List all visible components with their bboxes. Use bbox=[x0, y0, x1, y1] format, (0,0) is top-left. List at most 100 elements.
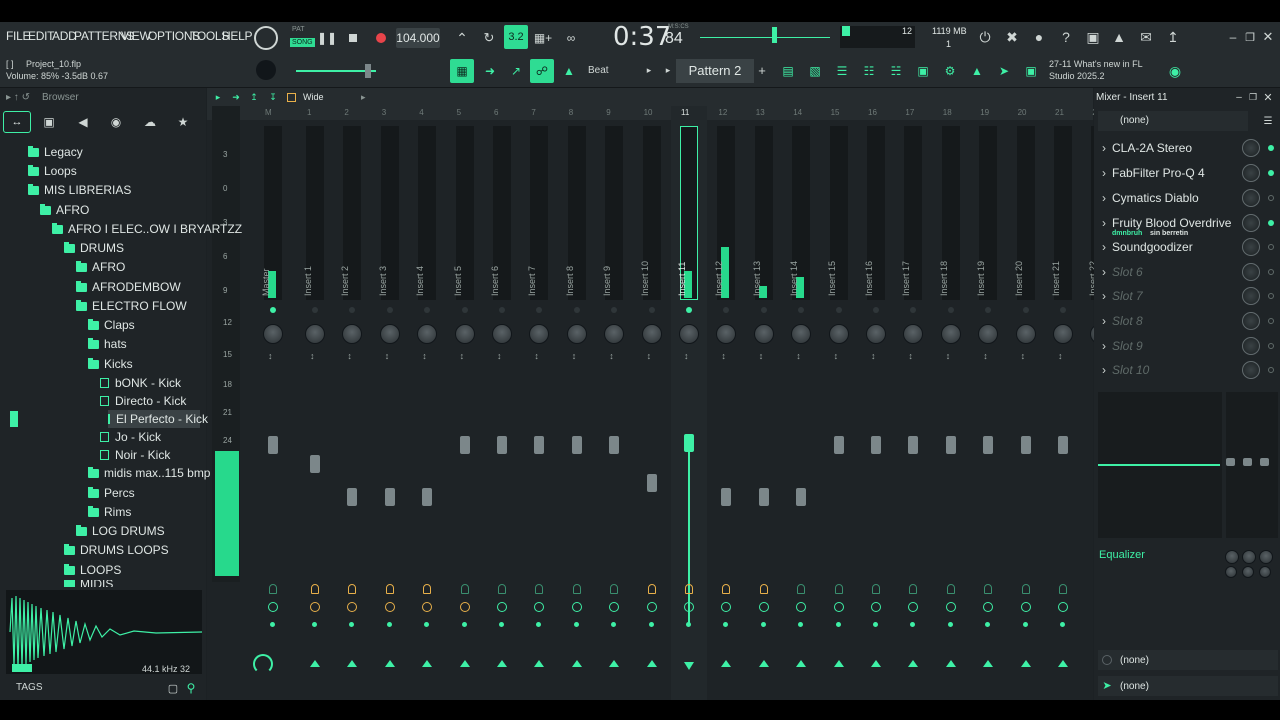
stereo-separation-icon[interactable]: ↕ bbox=[310, 352, 315, 361]
waveform-preview[interactable] bbox=[6, 590, 203, 674]
volume-fader[interactable] bbox=[796, 488, 807, 506]
strip-select-dot[interactable] bbox=[1022, 307, 1029, 313]
stereo-separation-icon[interactable]: ↕ bbox=[721, 352, 726, 361]
pan-knob[interactable] bbox=[940, 324, 961, 344]
effect-slot[interactable]: › Fruity Blood Overdrive dmnbruh sin berret… bbox=[1098, 211, 1276, 237]
stereo-separation-icon[interactable]: ↕ bbox=[983, 352, 988, 361]
mixer-view-arrow-icon[interactable]: ▸ bbox=[361, 92, 366, 103]
stereo-separation-icon[interactable]: ↕ bbox=[834, 352, 839, 361]
export-icon[interactable]: ▲ bbox=[1110, 28, 1128, 46]
browser-item[interactable]: DRUMS LOOPS bbox=[64, 541, 169, 559]
slot-enable-dot[interactable] bbox=[1268, 195, 1274, 201]
browser-item[interactable]: Jo - Kick bbox=[100, 428, 161, 446]
mixer-strip[interactable]: 4 Insert 4 ↕ bbox=[409, 106, 445, 700]
link-icon[interactable]: ☍ bbox=[530, 59, 554, 83]
folder-icon[interactable]: ▢ bbox=[166, 681, 180, 695]
browser-item[interactable]: Noir - Kick bbox=[100, 446, 170, 464]
effect-slot[interactable]: › Slot 10 bbox=[1098, 358, 1276, 382]
power-icon[interactable]: ⏻ bbox=[976, 28, 994, 46]
browser-nav-icons[interactable]: ▸ ↑ ↺ bbox=[6, 92, 30, 103]
playlist-window-icon[interactable]: ▤ bbox=[777, 59, 799, 83]
playlist-icon[interactable]: ▦ bbox=[450, 59, 474, 83]
slot-mix-knob[interactable] bbox=[1242, 312, 1260, 330]
browser-item[interactable]: midis max..115 bmp bbox=[88, 464, 210, 482]
mute-dot[interactable] bbox=[461, 622, 467, 627]
effect-slot[interactable]: › Slot 7 bbox=[1098, 284, 1276, 308]
browser-item[interactable]: Rims bbox=[88, 503, 131, 521]
send-arrow-icon[interactable] bbox=[684, 662, 694, 670]
volume-fader[interactable] bbox=[310, 455, 320, 473]
mute-dot[interactable] bbox=[686, 622, 691, 627]
pan-knob[interactable] bbox=[529, 324, 550, 344]
effect-slot[interactable]: › FabFilter Pro-Q 4 bbox=[1098, 161, 1276, 185]
output-value[interactable]: (none) bbox=[1120, 681, 1149, 692]
mute-dot[interactable] bbox=[611, 622, 617, 627]
cloud-icon[interactable]: ☁ bbox=[141, 114, 159, 130]
stereo-separation-icon[interactable]: ↕ bbox=[908, 352, 913, 361]
chat-icon[interactable]: ✉ bbox=[1137, 28, 1155, 46]
master-volume-slider[interactable] bbox=[296, 70, 376, 72]
volume-fader[interactable] bbox=[1058, 436, 1068, 454]
volume-fader[interactable] bbox=[347, 488, 358, 506]
browser-item[interactable]: hats bbox=[88, 335, 127, 353]
send-arrow-icon[interactable] bbox=[758, 660, 769, 667]
browser-item[interactable]: AFRO I ELEC..OW I BRYARTZZ bbox=[52, 220, 242, 238]
microphone-icon[interactable]: ● bbox=[1030, 28, 1048, 46]
effect-slot[interactable]: › Slot 6 bbox=[1098, 260, 1276, 284]
fx-indicator[interactable] bbox=[909, 584, 918, 594]
mute-dot[interactable] bbox=[798, 622, 804, 627]
mixer-strip[interactable]: 2 Insert 2 ↕ bbox=[334, 106, 370, 700]
mute-dot[interactable] bbox=[536, 622, 542, 627]
send-arrow-icon[interactable] bbox=[796, 660, 807, 667]
pan-knob[interactable] bbox=[305, 324, 325, 344]
phase-ring[interactable] bbox=[833, 602, 844, 612]
slot-mix-knob[interactable] bbox=[1242, 361, 1260, 379]
strip-select-dot[interactable] bbox=[686, 307, 692, 313]
strip-select-dot[interactable] bbox=[947, 307, 954, 313]
pattern-mode-arrow-icon[interactable]: ▸ bbox=[644, 62, 654, 78]
stop-icon[interactable] bbox=[344, 29, 362, 47]
star-icon[interactable]: ★ bbox=[174, 114, 192, 130]
volume-fader[interactable] bbox=[833, 436, 844, 454]
preset-value[interactable]: (none) bbox=[1120, 115, 1149, 126]
browser-item[interactable]: Loops bbox=[28, 162, 77, 180]
send-arrow-icon[interactable] bbox=[347, 660, 358, 667]
pan-knob[interactable] bbox=[866, 324, 886, 344]
eq-freq-high-knob[interactable] bbox=[1259, 566, 1271, 578]
pan-knob[interactable] bbox=[604, 324, 625, 344]
pan-knob[interactable] bbox=[379, 324, 400, 344]
stereo-separation-icon[interactable]: ↕ bbox=[796, 352, 801, 361]
strip-select-dot[interactable] bbox=[386, 307, 393, 313]
volume-fader[interactable] bbox=[534, 436, 545, 454]
mute-dot[interactable] bbox=[760, 622, 766, 627]
mixer-strip[interactable]: 5 Insert 5 ↕ bbox=[447, 106, 483, 700]
add-pattern-icon[interactable]: + bbox=[756, 62, 768, 78]
mixer-strip[interactable]: 19 Insert 19 ↕ bbox=[970, 106, 1006, 700]
mixer-down-icon[interactable]: ↧ bbox=[267, 90, 279, 104]
mixer-strip[interactable]: 7 Insert 7 ↕ bbox=[521, 106, 557, 700]
pitch-slider-handle[interactable] bbox=[772, 27, 777, 43]
phase-ring[interactable] bbox=[796, 602, 807, 612]
browser-item[interactable]: LOOPS bbox=[64, 561, 121, 579]
mixer-strip[interactable]: 6 Insert 6 ↕ bbox=[484, 106, 520, 700]
phase-ring[interactable] bbox=[983, 602, 994, 612]
volume-fader[interactable] bbox=[908, 436, 919, 454]
slot-mix-knob[interactable] bbox=[1242, 189, 1260, 207]
fx-indicator[interactable] bbox=[1021, 584, 1030, 594]
bell-icon[interactable]: ▲ bbox=[557, 59, 581, 83]
send-arrow-icon[interactable] bbox=[459, 660, 470, 667]
fx-indicator[interactable] bbox=[269, 584, 277, 594]
stereo-separation-icon[interactable]: ↕ bbox=[684, 352, 689, 361]
mixer-strip[interactable]: 12 Insert 12 ↕ bbox=[708, 106, 744, 700]
volume-fader[interactable] bbox=[268, 436, 278, 454]
mixer-strip[interactable]: 13 Insert 13 ↕ bbox=[746, 106, 782, 700]
browser-item[interactable]: MIDIS bbox=[64, 580, 113, 587]
phase-ring[interactable] bbox=[609, 602, 620, 612]
slot-enable-dot[interactable] bbox=[1268, 293, 1274, 299]
pattern-selector[interactable]: Pattern 2 bbox=[676, 59, 754, 83]
fx-indicator[interactable] bbox=[685, 584, 693, 594]
mute-dot[interactable] bbox=[424, 622, 430, 627]
stereo-separation-icon[interactable]: ↕ bbox=[385, 352, 390, 361]
fx-indicator[interactable] bbox=[423, 584, 432, 594]
browser-item[interactable]: AFRODEMBOW bbox=[76, 278, 181, 296]
